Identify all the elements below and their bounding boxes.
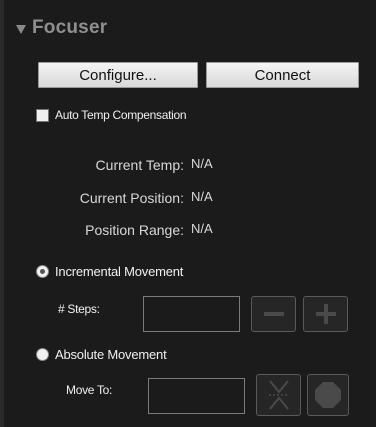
steps-input[interactable] — [143, 296, 240, 332]
current-position-row: Current Position: N/A — [0, 188, 376, 206]
triangle-down-icon[interactable] — [16, 24, 26, 34]
move-to-position-button[interactable] — [256, 374, 301, 416]
auto-temp-label: Auto Temp Compensation — [55, 108, 187, 122]
current-position-label: Current Position: — [79, 190, 184, 206]
incremental-movement-radio[interactable] — [36, 265, 49, 278]
move-to-label: Move To: — [66, 383, 113, 397]
minus-icon — [263, 312, 284, 316]
absolute-movement-label: Absolute Movement — [55, 347, 167, 362]
focuser-panel: Focuser Configure... Connect Auto Temp C… — [0, 0, 376, 427]
stop-button[interactable] — [307, 374, 349, 416]
auto-temp-row[interactable]: Auto Temp Compensation — [36, 108, 187, 122]
absolute-movement-radio[interactable] — [36, 348, 49, 361]
move-to-position-icon — [268, 380, 289, 410]
position-range-value: N/A — [191, 221, 213, 236]
incremental-movement-label: Incremental Movement — [55, 264, 184, 279]
position-range-row: Position Range: N/A — [0, 220, 376, 238]
plus-button[interactable] — [303, 296, 348, 332]
absolute-movement-row[interactable]: Absolute Movement — [36, 347, 167, 362]
current-temp-row: Current Temp: N/A — [0, 155, 376, 173]
minus-button[interactable] — [251, 296, 296, 332]
stop-icon — [315, 382, 341, 408]
configure-button[interactable]: Configure... — [38, 62, 198, 88]
auto-temp-checkbox[interactable] — [36, 108, 49, 122]
position-range-label: Position Range: — [85, 222, 184, 238]
current-position-value: N/A — [191, 189, 213, 204]
move-to-input[interactable] — [148, 378, 245, 414]
current-temp-value: N/A — [191, 156, 213, 171]
plus-icon — [315, 304, 336, 324]
connect-button[interactable]: Connect — [206, 62, 359, 88]
current-temp-label: Current Temp: — [95, 157, 184, 173]
panel-left-edge — [0, 0, 4, 427]
steps-label: # Steps: — [58, 302, 100, 316]
section-header[interactable]: Focuser — [16, 14, 107, 42]
section-title: Focuser — [32, 17, 108, 38]
incremental-movement-row[interactable]: Incremental Movement — [36, 264, 183, 279]
